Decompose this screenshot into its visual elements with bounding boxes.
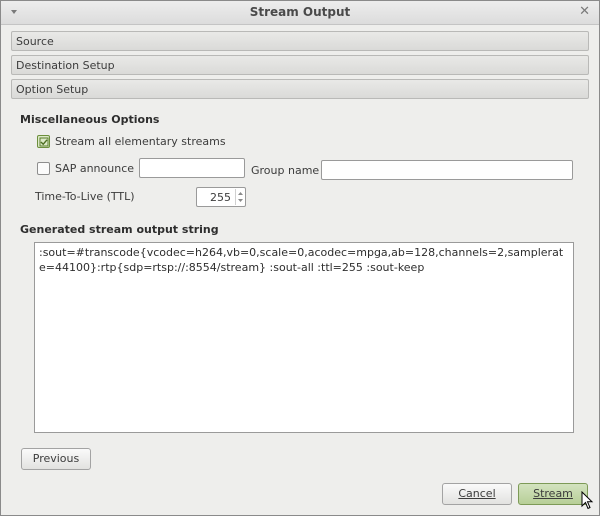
cancel-button-label: Cancel: [458, 487, 496, 500]
output-string-textarea[interactable]: :sout=#transcode{vcodec=h264,vb=0,scale=…: [34, 242, 574, 433]
title-bar: Stream Output ✕: [1, 1, 599, 25]
output-string-heading: Generated stream output string: [20, 223, 219, 236]
sap-announce-input[interactable]: [139, 158, 245, 178]
previous-button[interactable]: Previous: [21, 448, 91, 470]
stream-all-checkbox[interactable]: [37, 135, 50, 148]
section-source[interactable]: Source: [11, 31, 589, 51]
misc-options-heading: Miscellaneous Options: [20, 113, 160, 126]
check-icon: [39, 137, 49, 147]
ttl-label: Time-To-Live (TTL): [35, 190, 135, 203]
stream-all-label: Stream all elementary streams: [55, 135, 226, 148]
close-icon[interactable]: ✕: [579, 4, 590, 19]
ttl-value[interactable]: 255: [210, 191, 231, 204]
sap-announce-label: SAP announce: [55, 162, 135, 175]
section-destination-setup[interactable]: Destination Setup: [11, 55, 589, 75]
chevron-down-icon[interactable]: [237, 197, 244, 204]
chevron-up-icon[interactable]: [237, 190, 244, 197]
group-name-label: Group name: [251, 164, 320, 177]
previous-button-label: Previous: [32, 452, 80, 465]
ttl-spin-arrows[interactable]: [235, 189, 244, 205]
mouse-pointer-icon: [581, 491, 594, 510]
cancel-button[interactable]: Cancel: [442, 483, 512, 505]
stream-button-label: Stream: [533, 487, 573, 500]
section-option-setup[interactable]: Option Setup: [11, 79, 589, 99]
stream-button[interactable]: Stream: [518, 483, 588, 505]
window-title: Stream Output: [249, 5, 351, 19]
sap-announce-checkbox[interactable]: [37, 162, 50, 175]
group-name-input[interactable]: [321, 160, 573, 180]
stream-output-dialog: Stream Output ✕ Source Destination Setup…: [0, 0, 600, 516]
ttl-spinbox[interactable]: 255: [196, 187, 246, 207]
